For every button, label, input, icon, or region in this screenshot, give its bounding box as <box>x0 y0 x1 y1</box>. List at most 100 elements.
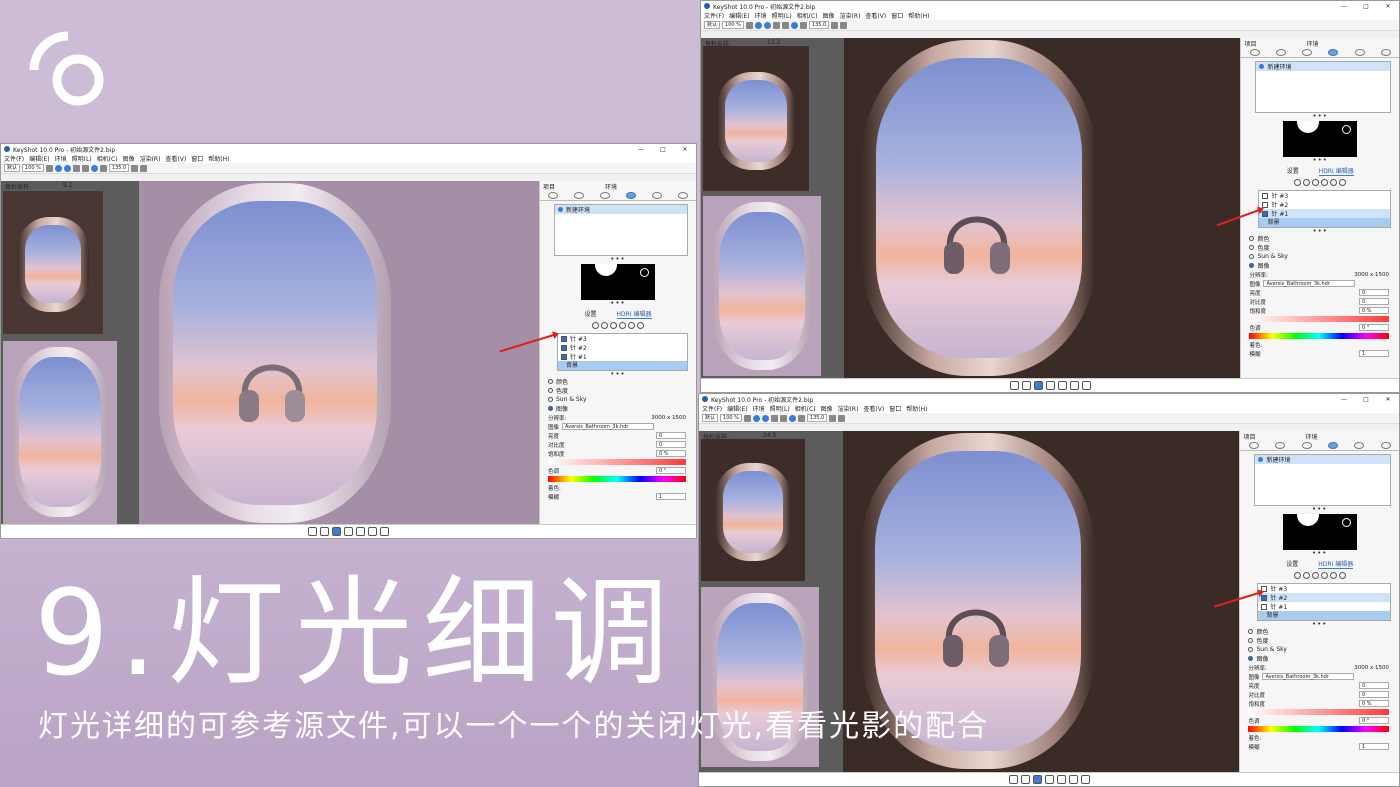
splitter-handle-2[interactable]: ••• <box>540 300 696 307</box>
blur-field[interactable]: 1 <box>1359 350 1389 357</box>
hue-slider[interactable] <box>548 476 686 482</box>
tool-d-icon[interactable] <box>1320 572 1328 579</box>
hue-field[interactable]: 0 ° <box>1359 324 1389 331</box>
tab-lighting-icon[interactable] <box>1354 442 1365 449</box>
tab-hdri-editor[interactable]: HDRI 编辑器 <box>1318 166 1354 176</box>
opt-image[interactable]: 图像 <box>1241 261 1399 270</box>
keyshotxr-icon[interactable] <box>356 527 365 536</box>
tool-a-icon[interactable] <box>1294 179 1302 186</box>
render-button-icon[interactable] <box>1069 381 1079 390</box>
radio-sunsky[interactable] <box>548 397 553 402</box>
animation-icon[interactable] <box>344 527 353 536</box>
menu-edit[interactable]: 编辑(E) <box>729 11 749 20</box>
menu-help[interactable]: 帮助(H) <box>908 11 929 20</box>
tool-icon[interactable] <box>770 414 778 422</box>
render-icon[interactable] <box>752 414 760 422</box>
light-1-checkbox[interactable] <box>1261 603 1268 610</box>
pause-icon[interactable] <box>745 21 753 29</box>
minimize-icon[interactable]: — <box>630 146 652 153</box>
tool-c-icon[interactable] <box>610 322 617 329</box>
background-row[interactable]: 背景 <box>558 361 687 370</box>
tool-c-icon[interactable] <box>1312 179 1320 186</box>
blur-field[interactable]: 1 <box>656 493 686 500</box>
brightness-field[interactable]: 0 <box>1359 682 1389 689</box>
menu-edit[interactable]: 编辑(E) <box>29 154 49 163</box>
menu-window[interactable]: 窗口 <box>191 154 203 163</box>
light-3-checkbox[interactable] <box>1262 192 1269 199</box>
radio-gradient[interactable] <box>548 388 553 393</box>
hue-field[interactable]: 0 ° <box>1359 717 1389 724</box>
tab-environment-icon[interactable] <box>1327 442 1338 449</box>
tool2-icon[interactable] <box>99 164 107 172</box>
tool-e-icon[interactable] <box>1329 572 1337 579</box>
thumbnail-dark[interactable] <box>3 191 103 334</box>
menu-render[interactable]: 渲染(R) <box>838 404 859 413</box>
fov-field[interactable]: 135.0 <box>808 21 830 29</box>
hdri-preview[interactable] <box>581 264 655 300</box>
tab-environment-icon[interactable] <box>1328 49 1339 56</box>
contrast-field[interactable]: 0 <box>1359 691 1389 698</box>
denoise-icon[interactable] <box>763 21 771 29</box>
hue-field[interactable]: 0 ° <box>656 467 686 474</box>
refresh-icon[interactable] <box>788 414 796 422</box>
tab-material-icon[interactable] <box>1275 442 1286 449</box>
splitter-handle[interactable]: ••• <box>1241 113 1399 120</box>
tool-c-icon[interactable] <box>1311 572 1319 579</box>
tab-material-icon[interactable] <box>1275 49 1286 56</box>
library-icon[interactable] <box>320 527 329 536</box>
tool-e-icon[interactable] <box>1330 179 1338 186</box>
image-file-field[interactable]: Aversis_Bathroom_3k.hdr <box>1262 673 1355 680</box>
refresh-icon[interactable] <box>90 164 98 172</box>
menu-view[interactable]: 查看(V) <box>865 11 886 20</box>
radio-color[interactable] <box>1248 629 1254 634</box>
screenshot-icon[interactable] <box>840 21 848 29</box>
menu-env[interactable]: 环境 <box>55 154 67 163</box>
light-row-1[interactable]: 针 #1 <box>558 352 687 361</box>
menu-render[interactable]: 渲染(R) <box>140 154 161 163</box>
render-icon[interactable] <box>54 164 62 172</box>
env-item[interactable]: 新建环境 <box>555 205 687 214</box>
move-icon[interactable] <box>81 164 89 172</box>
light-row-2[interactable]: 针 #2 <box>558 343 687 352</box>
fov-field[interactable]: 135.0 <box>806 414 828 422</box>
menu-file[interactable]: 文件(F) <box>4 154 24 163</box>
opt-image[interactable]: 图像 <box>540 404 696 413</box>
opt-sunsky[interactable]: Sun & Sky <box>1240 645 1399 654</box>
radio-image[interactable] <box>1248 656 1254 661</box>
opt-gradient[interactable]: 色度 <box>1240 636 1399 645</box>
tool-a-icon[interactable] <box>592 322 599 329</box>
tab-scene-icon[interactable] <box>548 192 558 199</box>
light-1-checkbox[interactable] <box>561 353 567 360</box>
tab-hdri-editor[interactable]: HDRI 编辑器 <box>616 309 652 319</box>
library-icon[interactable] <box>1021 381 1031 390</box>
light-row-2[interactable]: 针 #2 <box>1258 593 1390 602</box>
blur-field[interactable]: 1 <box>1359 743 1389 750</box>
image-file-field[interactable]: Aversis_Bathroom_3k.hdr <box>562 423 655 430</box>
radio-gradient[interactable] <box>1249 245 1255 250</box>
menu-window[interactable]: 窗口 <box>889 404 901 413</box>
tool-icon[interactable] <box>772 21 780 29</box>
thumbnail-dark[interactable] <box>701 439 805 581</box>
close-icon[interactable]: ✕ <box>674 146 696 153</box>
screenshot-button-icon[interactable] <box>380 527 389 536</box>
saturation-field[interactable]: 0 % <box>1359 307 1389 314</box>
menu-view[interactable]: 查看(V) <box>165 154 186 163</box>
import-icon[interactable] <box>1008 775 1018 784</box>
tab-environment-icon[interactable] <box>626 192 636 199</box>
fov-field[interactable]: 135.0 <box>108 164 130 172</box>
maximize-icon[interactable]: □ <box>1355 3 1377 10</box>
import-icon[interactable] <box>308 527 317 536</box>
tool2-icon[interactable] <box>797 414 805 422</box>
radio-image[interactable] <box>548 406 553 411</box>
hue-slider[interactable] <box>1248 726 1389 732</box>
keyshotxr-icon[interactable] <box>1057 381 1067 390</box>
light-row-1[interactable]: 针 #1 <box>1258 602 1390 611</box>
preset-select[interactable]: 默认 <box>704 21 721 29</box>
hdri-preview[interactable] <box>1282 514 1357 550</box>
library-icon[interactable] <box>1020 775 1030 784</box>
radio-sunsky[interactable] <box>1249 254 1255 259</box>
saturation-slider[interactable] <box>1249 316 1389 322</box>
camera-icon[interactable] <box>829 414 837 422</box>
render-viewport[interactable] <box>843 38 1241 378</box>
refresh-icon[interactable] <box>790 21 798 29</box>
